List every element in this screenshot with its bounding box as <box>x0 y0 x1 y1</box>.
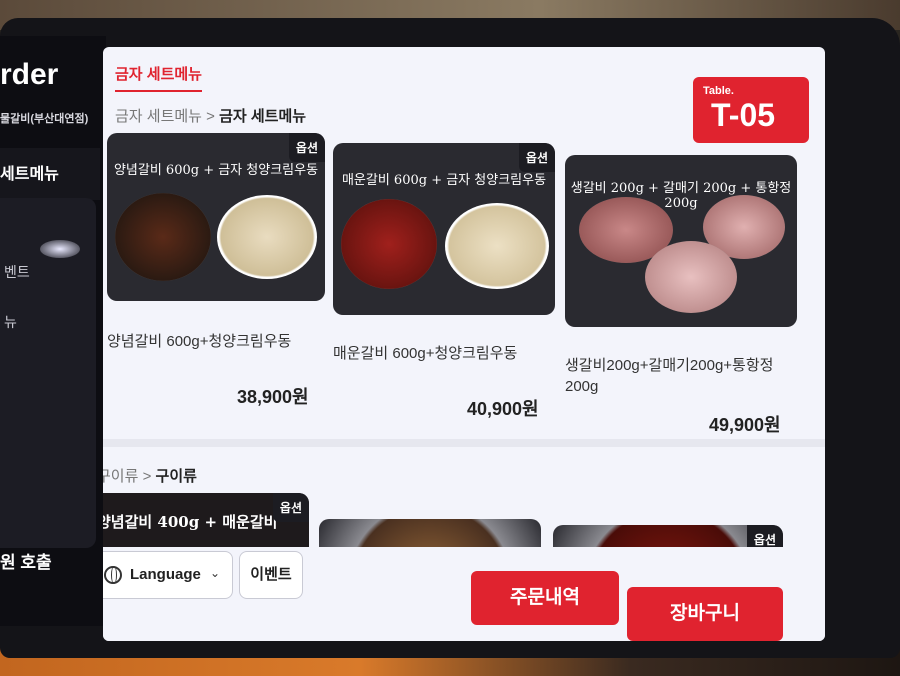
globe-icon <box>104 566 122 584</box>
breadcrumb-parent[interactable]: 금자 세트메뉴 <box>115 108 202 125</box>
breadcrumb: 금자 세트메뉴 > 금자 세트메뉴 <box>115 105 306 126</box>
breadcrumb-separator: > <box>201 108 220 125</box>
event-button[interactable]: 이벤트 <box>239 551 303 599</box>
menu-image: 생갈비 200g + 갈매기 200g + 통항정 200g <box>565 155 797 327</box>
table-number-badge: Table. T-05 <box>693 77 809 143</box>
app-logo: rder <box>0 58 59 91</box>
menu-price: 49,900원 <box>709 415 781 435</box>
option-badge: 옵션 <box>272 493 309 522</box>
menu-image-caption: 양념갈비 600g + 금자 청양크림우동 <box>113 163 319 178</box>
pork-plate <box>645 241 737 313</box>
menu-name: 매운갈비 600g+청양크림우동 <box>333 345 518 362</box>
breadcrumb-current: 구이류 <box>155 468 197 485</box>
breadcrumb-grill: 구이류 > 구이류 <box>103 465 197 486</box>
option-badge: 옵션 <box>518 143 555 172</box>
cart-button[interactable]: 장바구니 <box>627 587 783 641</box>
spicy-galbi-plate <box>341 199 437 289</box>
menu-image: 매운갈비 600g + 금자 청양크림우동 옵션 <box>333 143 555 315</box>
menu-name: 생갈비200g+갈매기200g+통항정 200g <box>565 357 774 395</box>
menu-image-caption: 매운갈비 600g + 금자 청양크림우동 <box>341 173 547 188</box>
section-divider <box>103 439 825 447</box>
galbi-plate <box>115 193 211 281</box>
breadcrumb-separator: > <box>138 468 156 485</box>
breadcrumb-parent[interactable]: 구이류 <box>103 468 138 485</box>
menu-card[interactable]: 양념갈비 600g + 금자 청양크림우동 옵션 양념갈비 600g+청양크림우… <box>107 133 327 413</box>
staff-call-button[interactable]: 원 호출 <box>0 548 52 573</box>
table-label: Table. <box>703 85 734 97</box>
menu-price: 38,900원 <box>237 387 309 407</box>
chevron-down-icon: ⌄ <box>210 566 221 580</box>
main-content: 금자 세트메뉴 금자 세트메뉴 > 금자 세트메뉴 Table. T-05 양념… <box>103 47 825 641</box>
sidebar-item-set-menu[interactable]: 세트메뉴 <box>0 148 100 200</box>
tab-set-menu[interactable]: 금자 세트메뉴 <box>115 63 202 92</box>
order-history-button[interactable]: 주문내역 <box>471 571 619 625</box>
menu-price: 40,900원 <box>467 399 539 419</box>
menu-image: 양념갈비 600g + 금자 청양크림우동 옵션 <box>107 133 325 301</box>
menu-card[interactable]: 생갈비 200g + 갈매기 200g + 통항정 200g 생갈비200g+갈… <box>565 155 801 437</box>
sidebar-item-label: 세트메뉴 <box>0 166 59 183</box>
menu-card[interactable]: 매운갈비 600g + 금자 청양크림우동 옵션 매운갈비 600g+청양크림우… <box>333 143 559 433</box>
language-button[interactable]: Language ⌄ <box>103 551 233 599</box>
udon-plate <box>217 195 317 279</box>
language-label: Language <box>130 566 201 583</box>
sidebar-item-menu[interactable]: 뉴 <box>4 312 17 332</box>
table-number: T-05 <box>711 97 776 133</box>
option-badge: 옵션 <box>288 133 325 162</box>
store-name: 물갈비(부산대연점) <box>0 113 89 125</box>
menu-name: 양념갈비 600g+청양크림우동 <box>107 333 292 350</box>
udon-plate <box>445 203 549 289</box>
sidebar-item-event[interactable]: 벤트 <box>4 262 30 282</box>
breadcrumb-current: 금자 세트메뉴 <box>219 108 307 125</box>
screen-glare <box>40 240 80 258</box>
